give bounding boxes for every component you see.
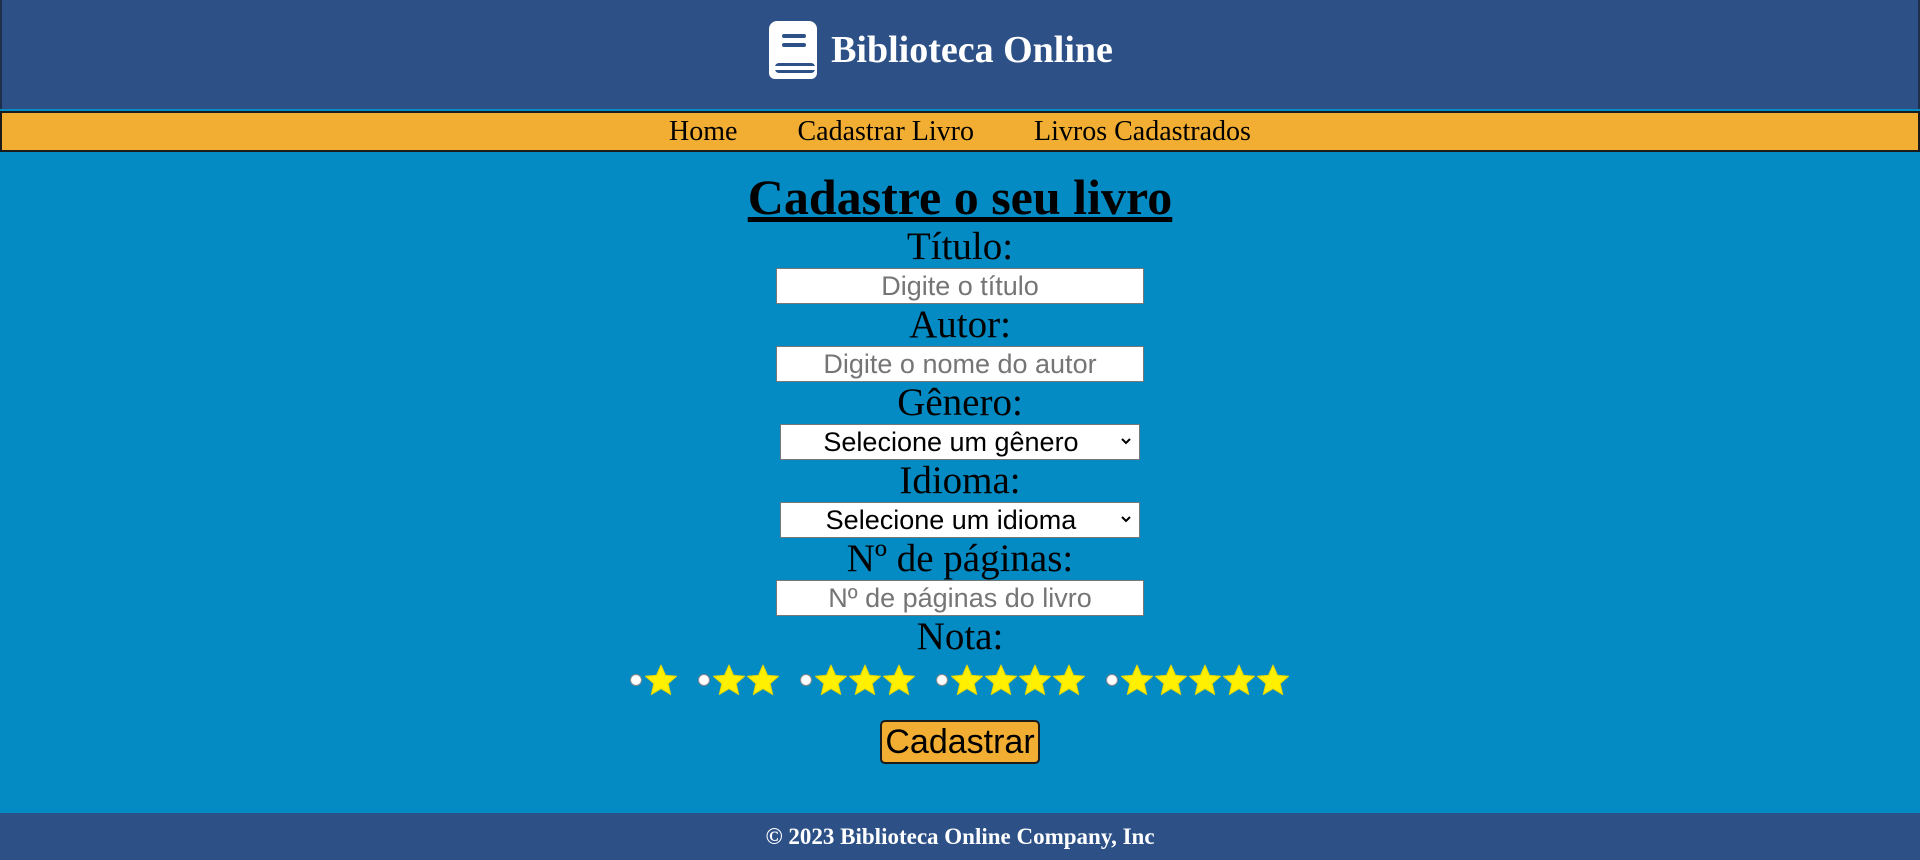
chevron-down-icon <box>1121 516 1131 523</box>
star-icon <box>1188 664 1222 695</box>
star-icon <box>712 664 746 695</box>
rating-radio-3[interactable] <box>800 674 812 686</box>
submit-button[interactable]: Cadastrar <box>880 720 1040 764</box>
language-select[interactable]: Selecione um idioma <box>780 502 1140 538</box>
star-icon <box>848 664 882 695</box>
language-label: Idioma: <box>899 459 1021 502</box>
star-icon <box>814 664 848 695</box>
star-icon <box>984 664 1018 695</box>
rating-option-2[interactable] <box>698 664 780 696</box>
site-footer: © 2023 Biblioteca Online Company, Inc <box>0 813 1920 860</box>
star-icon <box>1256 664 1290 695</box>
copyright-text: © 2023 Biblioteca Online Company, Inc <box>765 823 1155 849</box>
rating-radio-5[interactable] <box>1106 674 1118 686</box>
language-selected-value: Selecione um idioma <box>825 505 1077 535</box>
pages-label: Nº de páginas: <box>846 537 1074 580</box>
title-label: Título: <box>906 225 1014 268</box>
star-icon <box>1222 664 1256 695</box>
site-title: Biblioteca Online <box>831 28 1113 71</box>
nav-item-livros-cadastrados[interactable]: Livros Cadastrados <box>1034 116 1251 148</box>
rating-radio-1[interactable] <box>630 674 642 686</box>
brand: Biblioteca Online <box>767 19 1113 81</box>
genre-selected-value: Selecione um gênero <box>823 427 1079 457</box>
book-icon <box>769 20 818 79</box>
genre-label: Gênero: <box>897 381 1023 424</box>
rating-label: Nota: <box>916 615 1004 658</box>
title-input[interactable] <box>776 268 1144 304</box>
page-title: Cadastre o seu livro <box>747 169 1173 225</box>
main-nav: Home Cadastrar Livro Livros Cadastrados <box>0 111 1920 152</box>
star-icon <box>882 664 916 695</box>
site-header: Biblioteca Online <box>0 0 1920 109</box>
star-icon <box>1052 664 1086 695</box>
author-label: Autor: <box>909 303 1011 346</box>
nav-item-home[interactable]: Home <box>669 116 737 148</box>
star-icon <box>1120 664 1154 695</box>
author-input[interactable] <box>776 346 1144 382</box>
book-form: Cadastre o seu livro Título: Autor: Gêne… <box>0 152 1920 812</box>
rating-radio-4[interactable] <box>936 674 948 686</box>
rating-group <box>620 658 1300 702</box>
star-icon <box>746 664 780 695</box>
rating-option-5[interactable] <box>1106 664 1290 696</box>
rating-option-4[interactable] <box>936 664 1086 696</box>
rating-option-1[interactable] <box>630 664 678 696</box>
pages-input[interactable] <box>776 580 1144 616</box>
star-icon <box>644 664 678 695</box>
star-icon <box>1154 664 1188 695</box>
rating-radio-2[interactable] <box>698 674 710 686</box>
star-icon <box>1018 664 1052 695</box>
rating-option-3[interactable] <box>800 664 916 696</box>
genre-select[interactable]: Selecione um gênero <box>780 424 1140 460</box>
star-icon <box>950 664 984 695</box>
chevron-down-icon <box>1121 438 1131 445</box>
nav-item-cadastrar-livro[interactable]: Cadastrar Livro <box>797 116 974 148</box>
